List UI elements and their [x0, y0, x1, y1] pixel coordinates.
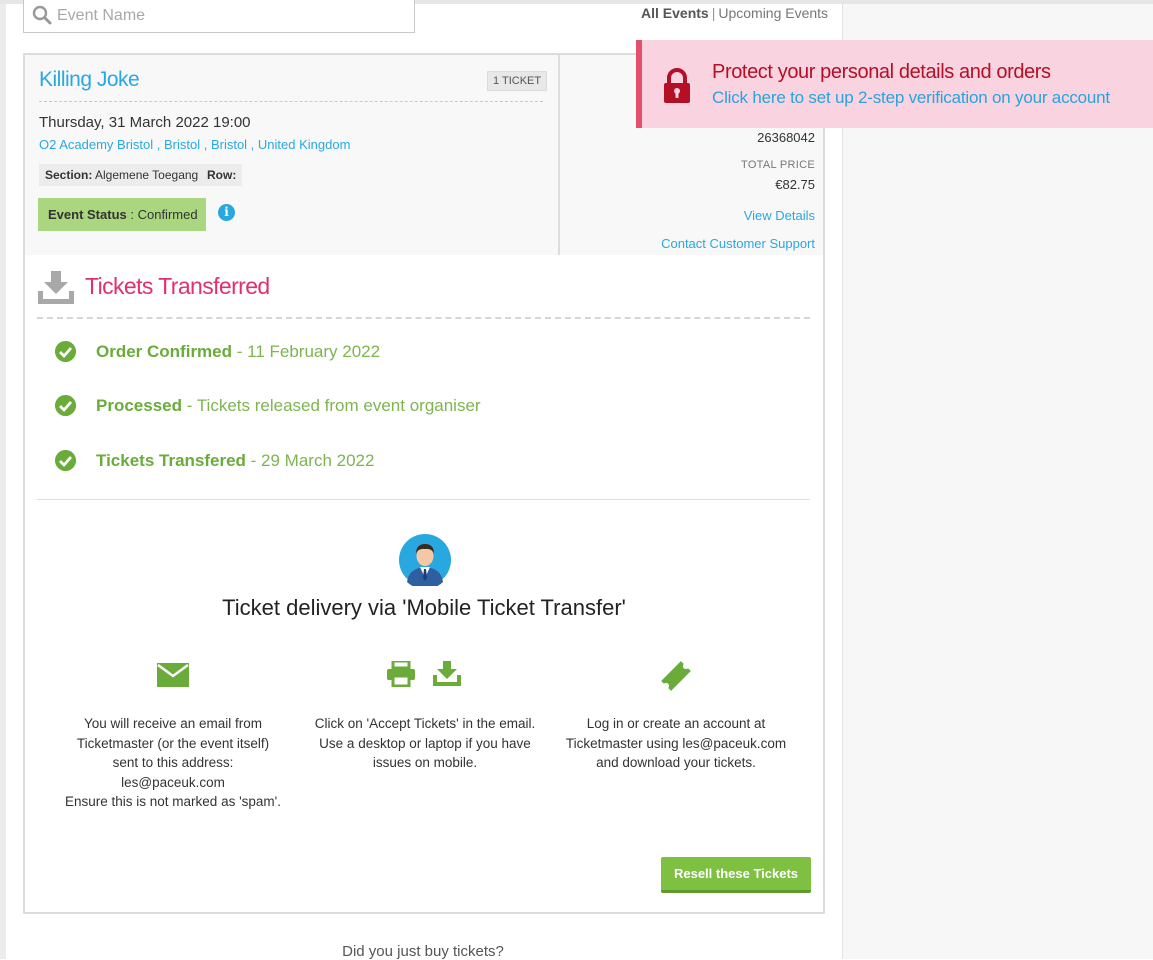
check-icon [55, 450, 76, 471]
step-detail: - 11 February 2022 [232, 342, 381, 361]
text-line: Click on 'Accept Tickets' in the email. [314, 716, 536, 731]
filter-all-events[interactable]: All Events [641, 5, 709, 21]
order-number: 26368042 [757, 130, 815, 145]
download-icon [38, 271, 74, 304]
event-venue[interactable]: O2 Academy Bristol , Bristol , Bristol ,… [39, 137, 350, 152]
total-price-label: TOTAL PRICE [741, 159, 815, 171]
delivery-title: Ticket delivery via 'Mobile Ticket Trans… [222, 595, 626, 620]
row-label: Row: [207, 168, 237, 182]
event-status-badge: Event Status : Confirmed [38, 198, 206, 231]
print-icon [387, 661, 415, 687]
event-date: Thursday, 31 March 2022 19:00 [39, 114, 251, 131]
step-name: Processed [96, 396, 182, 415]
text-line: Ticketmaster (or the event itself) [76, 735, 270, 751]
right-sidebar [842, 4, 1153, 959]
ticket-icon [661, 661, 691, 691]
section-label: Section: [45, 168, 93, 182]
search-box[interactable] [23, 0, 415, 33]
security-alert: Protect your personal details and orders… [636, 40, 1153, 128]
event-info: Killing Joke 1 TICKET Thursday, 31 March… [25, 55, 557, 255]
filter-upcoming-events[interactable]: Upcoming Events [718, 5, 828, 21]
left-gutter [0, 4, 6, 959]
status-value: : Confirmed [130, 207, 198, 222]
resell-tickets-button[interactable]: Resell these Tickets [661, 857, 811, 893]
step-name: Tickets Transfered [96, 451, 246, 470]
two-step-verification-link[interactable]: Click here to set up 2-step verification… [712, 88, 1110, 108]
accept-instructions: Click on 'Accept Tickets' in the email. … [309, 714, 541, 773]
text-line: Use a desktop or laptop if you have [319, 735, 531, 751]
avatar-icon [399, 534, 451, 586]
email-icon [157, 663, 189, 687]
alert-title: Protect your personal details and orders [712, 61, 1051, 83]
divider [37, 499, 810, 500]
events-filter: All Events | Upcoming Events [641, 5, 828, 21]
divider [39, 101, 543, 102]
text-line: and download your tickets. [596, 755, 756, 770]
step-detail: - 29 March 2022 [245, 451, 375, 470]
text-line: You will receive an email from [83, 716, 263, 731]
info-icon[interactable]: i [218, 204, 235, 221]
search-icon [32, 5, 52, 25]
section-value: Algemene Toegang [95, 168, 199, 182]
event-title[interactable]: Killing Joke [39, 68, 140, 92]
contact-support-link[interactable]: Contact Customer Support [661, 236, 815, 251]
text-line: Ensure this is not marked as 'spam'. [65, 794, 281, 809]
search-input[interactable] [55, 4, 399, 28]
view-details-link[interactable]: View Details [744, 208, 815, 223]
step-name: Order Confirmed [96, 342, 233, 361]
divider [37, 317, 810, 319]
filter-separator: | [711, 5, 716, 21]
total-price-value: €82.75 [775, 177, 815, 192]
download-icon [433, 661, 461, 686]
text-line: Log in or create an account at [586, 716, 766, 731]
text-line: les@paceuk.com [121, 774, 225, 790]
transfer-title: Tickets Transferred [85, 273, 270, 299]
login-instructions: Log in or create an account at Ticketmas… [560, 714, 792, 773]
row-tag: Row: [201, 164, 243, 186]
text-line: Ticketmaster using les@paceuk.com [565, 735, 787, 751]
lock-icon [664, 68, 690, 103]
section-tag: Section: Algemene Toegang [39, 164, 205, 186]
ticket-count-badge: 1 TICKET [487, 71, 548, 91]
text-line: sent to this address: [112, 755, 234, 770]
check-icon [55, 341, 76, 362]
status-label: Event Status [48, 207, 127, 222]
tickets-transferred-panel: Tickets Transferred Order Confirmed - 11… [23, 255, 825, 914]
text-line: issues on mobile. [372, 755, 478, 770]
check-icon [55, 395, 76, 416]
step-detail: - Tickets released from event organiser [182, 396, 481, 415]
email-instructions: You will receive an email from Ticketmas… [57, 714, 289, 812]
did-you-buy-tickets-text: Did you just buy tickets? [342, 943, 504, 960]
